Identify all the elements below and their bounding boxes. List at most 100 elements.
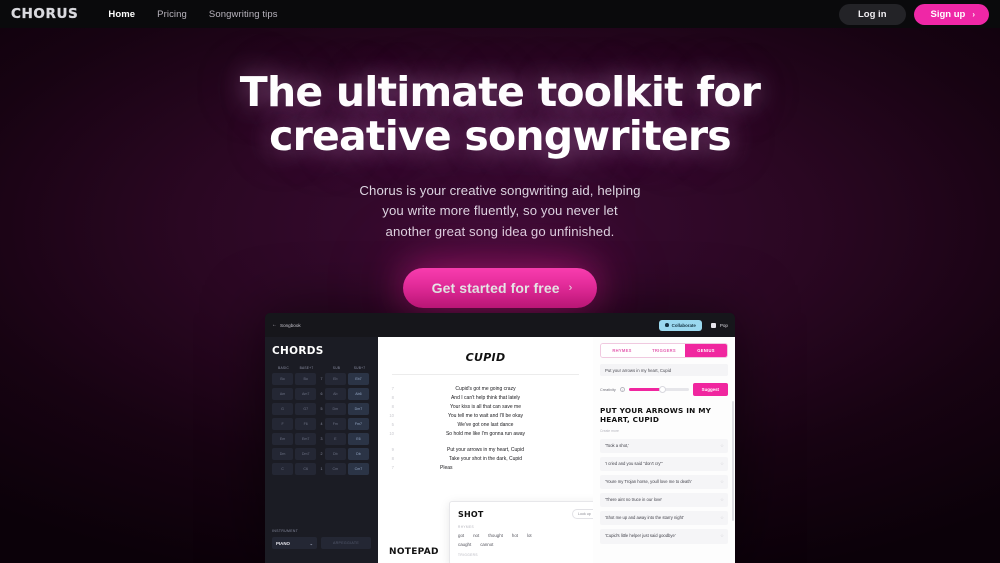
lyric-line[interactable]: 8 And I can't help think that lately: [378, 393, 593, 402]
lyric-line-number: 7: [391, 386, 394, 391]
nav-link-home[interactable]: Home: [108, 9, 135, 20]
chord-cell-sub7[interactable]: Db: [347, 448, 369, 460]
chord-cell-sub7[interactable]: Ab6: [347, 388, 369, 400]
chord-cell-base7[interactable]: C6: [295, 463, 317, 475]
signup-label: Sign up: [930, 8, 966, 20]
rhyme-word[interactable]: got: [458, 533, 464, 538]
chord-cell-basic[interactable]: Bo: [272, 373, 294, 385]
lyric-line-number: 7: [391, 465, 394, 470]
genius-input[interactable]: Put your arrows in my heart, Cupid: [600, 364, 728, 376]
chord-cell-base7[interactable]: Bo: [295, 373, 317, 385]
chord-cell-base7[interactable]: F6: [295, 418, 317, 430]
rhyme-word[interactable]: not: [473, 533, 479, 538]
chord-cell-basic[interactable]: C: [272, 463, 294, 475]
get-started-button[interactable]: Get started for free ›: [402, 268, 598, 309]
chord-row: Am Am7 6 Ab Ab6: [272, 388, 371, 400]
collaborate-button[interactable]: Collaborate: [658, 319, 702, 331]
login-button[interactable]: Log in: [839, 3, 906, 25]
chord-cell-base7[interactable]: Em7: [295, 433, 317, 445]
brand-logo[interactable]: CHORUS: [11, 6, 78, 22]
chord-cell-sub7[interactable]: Cm7: [347, 463, 369, 475]
lyric-line[interactable]: 5 We've got one last dance: [378, 420, 593, 429]
title-divider: [392, 374, 579, 375]
chord-cell-basic[interactable]: Em: [272, 433, 294, 445]
nav-link-pricing[interactable]: Pricing: [157, 9, 187, 20]
lyric-line[interactable]: 10 So hold me like I'm gonna run away: [378, 429, 593, 438]
lyric-line[interactable]: 7 Pleas: [378, 463, 593, 472]
chord-cell-basic[interactable]: G: [272, 403, 294, 415]
tab-triggers[interactable]: TRIGGERS: [643, 344, 685, 357]
star-icon[interactable]: ☆: [720, 479, 724, 486]
chord-cell-sub[interactable]: Db: [324, 448, 346, 460]
lyric-line-text: We've got one last dance: [457, 421, 514, 428]
app-preview: ← Songbook Collaborate Pop CHORDS BASIC: [265, 313, 735, 563]
arpeggiate-button[interactable]: ARPEGGIATE: [321, 537, 371, 549]
lyrics-verse-1: 7 Cupid's got me going crazy 8 And I can…: [378, 384, 593, 438]
instrument-select[interactable]: PIANO ⌄: [272, 537, 317, 549]
tab-genius[interactable]: GENIUS: [685, 344, 727, 357]
sidebar-scrollbar[interactable]: [731, 401, 734, 521]
suggestion-item[interactable]: 'Shot me up and away into the starry nig…: [600, 511, 728, 526]
suggestion-item[interactable]: 'Took a shot,' ☆: [600, 438, 728, 454]
chord-row: Dm Dm7 2 Db Db: [272, 448, 371, 460]
lyric-line[interactable]: 7 Cupid's got me going crazy: [378, 384, 593, 393]
chord-cell-sub[interactable]: Dm: [324, 403, 346, 415]
chord-cell-basic[interactable]: Dm: [272, 448, 294, 460]
popup-header: SHOT Look up ›: [458, 509, 593, 519]
rhyme-word[interactable]: caught: [458, 542, 471, 547]
star-icon[interactable]: ☆: [720, 443, 724, 450]
rhyme-word[interactable]: hot: [512, 533, 518, 538]
suggestion-item[interactable]: 'I cried and you said "don't cry"' ☆: [600, 457, 728, 472]
info-icon[interactable]: i: [619, 387, 625, 392]
song-title: CUPID: [465, 351, 506, 364]
lyric-line[interactable]: 10 You tell me to wait and I'll be okay: [378, 411, 593, 420]
star-icon[interactable]: ☆: [720, 515, 724, 522]
chord-cell-basic[interactable]: Am: [272, 388, 294, 400]
lyric-line-text: Put your arrows in my heart, Cupid: [447, 446, 524, 453]
lyric-line-number: 8: [391, 404, 394, 409]
rhyme-word[interactable]: cannot: [480, 542, 493, 547]
suggestions-title: PUT YOUR ARROWS IN MY HEART, CUPID: [600, 406, 712, 425]
chord-cell-sub[interactable]: Eb: [324, 373, 346, 385]
chord-cell-sub[interactable]: Cm: [324, 463, 346, 475]
rhyme-words: got not thought hot lot: [458, 533, 593, 538]
chord-cell-base7[interactable]: Dm7: [295, 448, 317, 460]
chord-cell-sub[interactable]: E: [324, 433, 346, 445]
chord-cell-sub[interactable]: Fm: [324, 418, 346, 430]
column-header-spacer: [318, 366, 325, 370]
chord-cell-sub7[interactable]: Eb7: [347, 373, 369, 385]
notepad-heading: NOTEPAD: [389, 547, 439, 557]
suggestion-item[interactable]: 'Cupid's little helper just said goodbye…: [600, 529, 728, 544]
rhyme-word[interactable]: thought: [488, 533, 503, 538]
chord-cell-sub7[interactable]: Dm7: [347, 403, 369, 415]
chord-cell-base7[interactable]: Am7: [295, 388, 317, 400]
chord-cell-sub[interactable]: Ab: [324, 388, 346, 400]
signup-button[interactable]: Sign up ›: [913, 3, 989, 25]
chord-cell-base7[interactable]: G7: [295, 403, 317, 415]
star-icon[interactable]: ☆: [720, 461, 724, 468]
rhyme-words-row-2: caught cannot: [458, 542, 593, 547]
nav-link-songwriting-tips[interactable]: Songwriting tips: [209, 9, 278, 20]
chord-cell-sub7[interactable]: Fm7: [347, 418, 369, 430]
look-up-button[interactable]: Look up ›: [572, 509, 593, 519]
chord-cell-sub7[interactable]: E6: [347, 433, 369, 445]
creativity-slider[interactable]: [628, 385, 689, 394]
lyric-line[interactable]: 8 Your kiss is all that can save me: [378, 402, 593, 411]
suggestion-item[interactable]: 'Youre my Trojan horse, youll love me to…: [600, 475, 728, 490]
star-icon[interactable]: ☆: [720, 533, 724, 540]
genre-selector[interactable]: Pop: [710, 322, 728, 328]
lyric-line[interactable]: 9 Put your arrows in my heart, Cupid: [378, 445, 593, 454]
suggest-button[interactable]: Suggest: [692, 383, 728, 396]
lyrics-editor[interactable]: CUPID 7 Cupid's got me going crazy 8 And…: [378, 337, 593, 563]
back-to-songbook-button[interactable]: ← Songbook: [272, 322, 301, 328]
slider-knob[interactable]: [658, 386, 666, 393]
rhyme-word[interactable]: lot: [527, 533, 532, 538]
star-icon[interactable]: ☆: [720, 497, 724, 504]
tab-rhymes[interactable]: RHYMES: [601, 344, 643, 357]
chord-cell-basic[interactable]: F: [272, 418, 294, 430]
chord-grid: Bo Bo 7 Eb Eb7 Am Am7 6 Ab Ab6 G G7 5 Dm…: [272, 373, 371, 475]
suggestion-item[interactable]: 'There aint no truce in our love' ☆: [600, 493, 728, 508]
lyric-line[interactable]: 8 Take your shot in the dark, Cupid: [378, 454, 593, 463]
create-more-button[interactable]: Create more: [600, 429, 728, 433]
chord-row: G G7 5 Dm Dm7: [272, 403, 371, 415]
